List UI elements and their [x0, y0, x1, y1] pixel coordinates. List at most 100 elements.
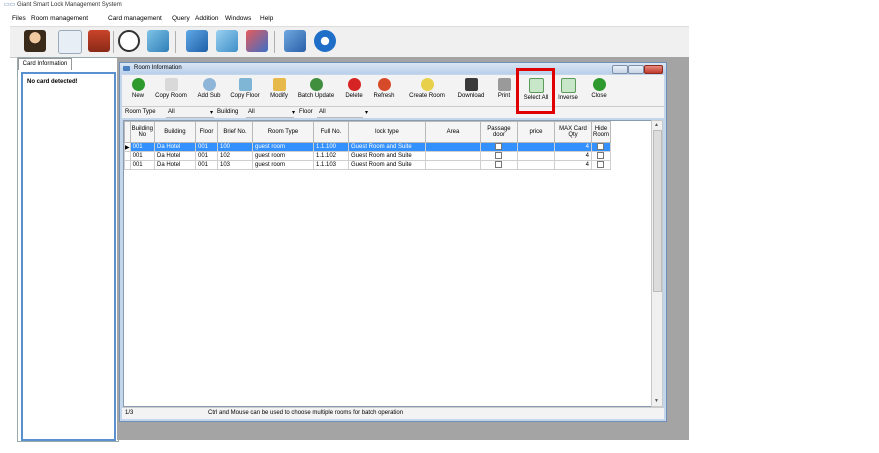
card-reader-icon[interactable] — [88, 30, 110, 52]
menu-files[interactable]: Files — [12, 15, 26, 22]
delete-button[interactable]: Delete — [342, 76, 366, 105]
cell-hide-room[interactable] — [590, 151, 611, 161]
column-header[interactable]: price — [516, 121, 555, 143]
cell-building[interactable]: Da Hotel — [153, 151, 196, 161]
cell-lock-type[interactable]: Guest Room and Suite — [347, 151, 426, 161]
column-header[interactable]: Full No. — [312, 121, 349, 143]
cell-max-card-qty[interactable]: 4 — [553, 142, 592, 152]
cell-passage-door[interactable] — [479, 151, 518, 161]
key-icon[interactable] — [216, 30, 238, 52]
maximize-button[interactable] — [628, 65, 644, 74]
copy-room-button[interactable]: Copy Room — [151, 76, 191, 105]
column-header[interactable]: Brief No. — [216, 121, 253, 143]
column-header[interactable]: Building — [153, 121, 196, 143]
cell-price[interactable] — [516, 151, 555, 161]
gift-icon[interactable] — [147, 30, 169, 52]
cell-brief-no[interactable]: 103 — [216, 160, 253, 170]
refresh-button[interactable]: Refresh — [369, 76, 399, 105]
cell-max-card-qty[interactable]: 4 — [553, 151, 592, 161]
menu-query[interactable]: Query — [172, 15, 190, 22]
menu-card-management[interactable]: Card management — [108, 15, 162, 22]
cell-hide-room[interactable] — [590, 160, 611, 170]
cell-lock-type[interactable]: Guest Room and Suite — [347, 142, 426, 152]
column-header[interactable]: Passage door — [479, 121, 518, 143]
pencil-icon[interactable] — [186, 30, 208, 52]
power-icon[interactable] — [314, 30, 336, 52]
table-row[interactable]: 001 Da Hotel 001 103 guest room 1.1.103 … — [124, 160, 611, 170]
download-button[interactable]: Download — [453, 76, 489, 105]
cell-area[interactable] — [424, 160, 481, 170]
scroll-up-icon[interactable]: ▲ — [654, 122, 659, 128]
chevron-down-icon[interactable]: ▾ — [210, 109, 213, 116]
cell-hide-room[interactable] — [590, 142, 611, 152]
create-room-button[interactable]: Create Room — [405, 76, 449, 105]
network-icon[interactable] — [58, 30, 82, 54]
column-header[interactable]: Area — [424, 121, 481, 143]
cell-full-no[interactable]: 1.1.100 — [312, 142, 349, 152]
cell-floor[interactable]: 001 — [194, 151, 218, 161]
menu-addition[interactable]: Addition — [195, 15, 219, 22]
inverse-button[interactable]: Inverse — [555, 76, 581, 105]
passage-door-checkbox[interactable] — [495, 161, 503, 169]
hide-room-checkbox[interactable] — [597, 152, 605, 160]
chevron-down-icon[interactable]: ▾ — [292, 109, 295, 116]
close-button[interactable]: Close — [588, 76, 610, 105]
add-sub-button[interactable]: Add Sub — [195, 76, 223, 105]
cell-price[interactable] — [516, 142, 555, 152]
table-row[interactable]: ▶ 001 Da Hotel 001 100 guest room 1.1.10… — [124, 142, 611, 152]
menu-help[interactable]: Help — [260, 15, 273, 22]
column-header[interactable]: lock type — [347, 121, 426, 143]
passage-door-checkbox[interactable] — [495, 143, 503, 151]
scroll-down-icon[interactable]: ▼ — [654, 398, 659, 404]
column-header[interactable]: Floor — [194, 121, 218, 143]
table-row[interactable]: 001 Da Hotel 001 102 guest room 1.1.102 … — [124, 151, 611, 161]
vertical-scrollbar[interactable]: ▲ ▼ — [651, 120, 663, 407]
building-dropdown[interactable] — [246, 109, 294, 118]
chevron-down-icon[interactable]: ▾ — [365, 109, 368, 116]
tab-card-information[interactable]: Card Information — [18, 58, 72, 70]
minimize-button[interactable] — [612, 65, 628, 74]
cell-passage-door[interactable] — [479, 160, 518, 170]
copy-floor-button[interactable]: Copy Floor — [227, 76, 263, 105]
cell-passage-door[interactable] — [479, 142, 518, 152]
cell-area[interactable] — [424, 151, 481, 161]
cell-room-type[interactable]: guest room — [251, 151, 314, 161]
cell-building-no[interactable]: 001 — [129, 142, 155, 152]
scroll-thumb[interactable] — [653, 130, 662, 292]
cell-full-no[interactable]: 1.1.103 — [312, 160, 349, 170]
cell-building-no[interactable]: 001 — [129, 151, 155, 161]
print-button[interactable]: Print — [495, 76, 513, 105]
column-header[interactable]: Room Type — [251, 121, 314, 143]
window-close-button[interactable] — [644, 65, 663, 74]
new-button[interactable]: New — [128, 76, 148, 105]
cell-brief-no[interactable]: 100 — [216, 142, 253, 152]
column-header[interactable]: Building No — [129, 121, 155, 143]
shield-icon[interactable] — [246, 30, 268, 52]
cell-building-no[interactable]: 001 — [129, 160, 155, 170]
menu-windows[interactable]: Windows — [225, 15, 251, 22]
floor-dropdown[interactable] — [317, 109, 363, 118]
cell-floor[interactable]: 001 — [194, 142, 218, 152]
menu-room-management[interactable]: Room management — [31, 15, 88, 22]
cell-lock-type[interactable]: Guest Room and Suite — [347, 160, 426, 170]
passage-door-checkbox[interactable] — [495, 152, 503, 160]
room-type-dropdown[interactable] — [166, 109, 214, 118]
hide-room-checkbox[interactable] — [597, 161, 605, 169]
cell-max-card-qty[interactable]: 4 — [553, 160, 592, 170]
cell-floor[interactable]: 001 — [194, 160, 218, 170]
cell-area[interactable] — [424, 142, 481, 152]
hide-room-checkbox[interactable] — [597, 143, 605, 151]
column-header[interactable]: MAX Card Qty — [553, 121, 592, 143]
cell-full-no[interactable]: 1.1.102 — [312, 151, 349, 161]
gauge-icon[interactable] — [118, 30, 140, 52]
batch-update-button[interactable]: Batch Update — [294, 76, 338, 105]
help-icon[interactable] — [284, 30, 306, 52]
cell-room-type[interactable]: guest room — [251, 160, 314, 170]
modify-button[interactable]: Modify — [267, 76, 291, 105]
cell-price[interactable] — [516, 160, 555, 170]
cell-room-type[interactable]: guest room — [251, 142, 314, 152]
column-header[interactable]: Hide Room — [590, 121, 611, 143]
cell-building[interactable]: Da Hotel — [153, 142, 196, 152]
cell-building[interactable]: Da Hotel — [153, 160, 196, 170]
user-icon[interactable] — [24, 30, 46, 52]
